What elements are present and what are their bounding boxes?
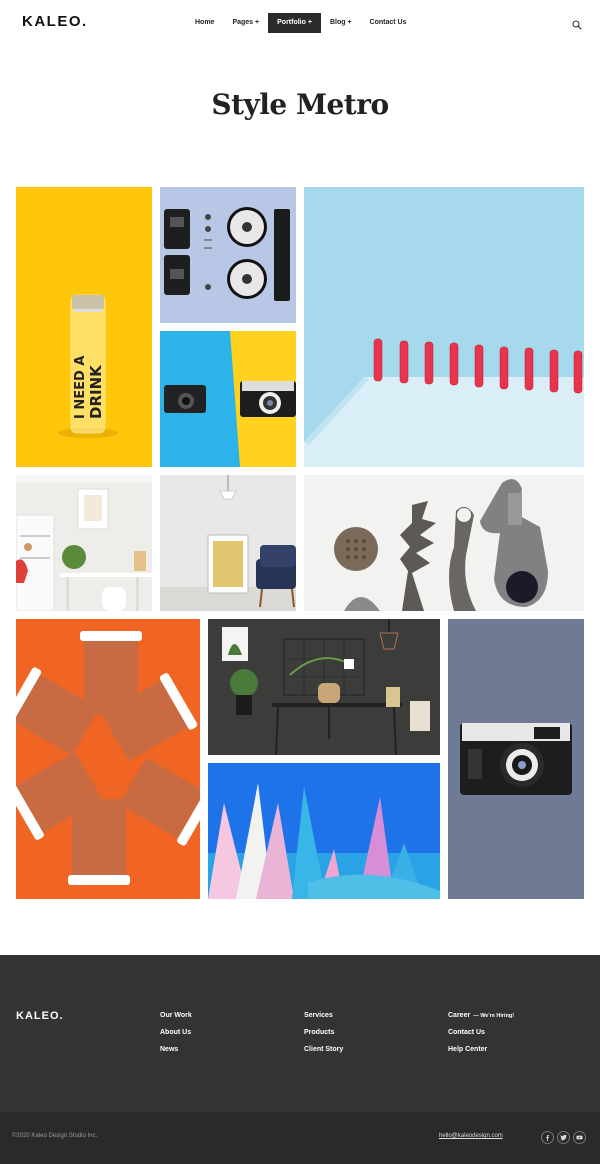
portfolio-item-blue-chair[interactable] bbox=[160, 475, 296, 611]
footer-link-help-center[interactable]: Help Center bbox=[448, 1046, 487, 1053]
main-nav: Home Pages + Portfolio + Blog + Contact … bbox=[186, 13, 415, 33]
portfolio-item-white-room[interactable] bbox=[16, 475, 152, 611]
nav-pages[interactable]: Pages + bbox=[223, 13, 268, 33]
search-icon[interactable] bbox=[572, 17, 582, 30]
footer-link-career[interactable]: Career bbox=[448, 1012, 470, 1019]
twitter-icon[interactable] bbox=[557, 1131, 570, 1144]
copyright-text: ©2020 Kaleo Design Studio Inc. bbox=[12, 1133, 98, 1139]
page-title: Style Metro bbox=[211, 88, 389, 121]
footer-link-contact-us[interactable]: Contact Us bbox=[448, 1029, 485, 1036]
footer-bottom-bar: ©2020 Kaleo Design Studio Inc. hello@kal… bbox=[0, 1112, 600, 1164]
portfolio-item-paper-cones[interactable] bbox=[208, 763, 440, 899]
hiring-tag: — We're Hiring! bbox=[473, 1013, 515, 1019]
facebook-icon[interactable] bbox=[541, 1131, 554, 1144]
footer-logo[interactable]: KALEO. bbox=[16, 1010, 64, 1022]
footer-link-our-work[interactable]: Our Work bbox=[160, 1012, 192, 1019]
portfolio-item-metal-parts[interactable] bbox=[304, 475, 584, 611]
portfolio-item-dark-office[interactable] bbox=[208, 619, 440, 755]
nav-portfolio[interactable]: Portfolio + bbox=[268, 13, 321, 33]
footer-email-link[interactable]: hello@kaleodesign.com bbox=[439, 1133, 503, 1139]
nav-blog[interactable]: Blog + bbox=[321, 13, 361, 33]
portfolio-item-cassette-parts[interactable] bbox=[160, 187, 296, 323]
portfolio-item-clothespins[interactable] bbox=[304, 187, 584, 467]
portfolio-item-camera-slate[interactable] bbox=[448, 619, 584, 899]
portfolio-item-coffee-cups[interactable] bbox=[16, 619, 200, 899]
nav-contact-us[interactable]: Contact Us bbox=[361, 13, 416, 33]
nav-home[interactable]: Home bbox=[186, 13, 223, 33]
bottle-text-line2: DRINK bbox=[87, 364, 105, 419]
bottle-text-line1: I NEED A bbox=[73, 356, 88, 419]
portfolio-item-cameras-split[interactable] bbox=[160, 331, 296, 467]
footer-link-news[interactable]: News bbox=[160, 1046, 178, 1053]
portfolio-item-drink-bottle[interactable]: I NEED A DRINK bbox=[16, 187, 152, 467]
footer-link-services[interactable]: Services bbox=[304, 1012, 333, 1019]
site-header: KALEO. Home Pages + Portfolio + Blog + C… bbox=[0, 0, 600, 46]
footer-career-row: Career — We're Hiring! bbox=[448, 1012, 514, 1019]
site-footer: KALEO. Our Work About Us News Services P… bbox=[0, 955, 600, 1112]
footer-link-client-story[interactable]: Client Story bbox=[304, 1046, 343, 1053]
site-logo[interactable]: KALEO. bbox=[22, 13, 88, 30]
footer-link-about-us[interactable]: About Us bbox=[160, 1029, 191, 1036]
youtube-icon[interactable] bbox=[573, 1131, 586, 1144]
footer-link-products[interactable]: Products bbox=[304, 1029, 334, 1036]
